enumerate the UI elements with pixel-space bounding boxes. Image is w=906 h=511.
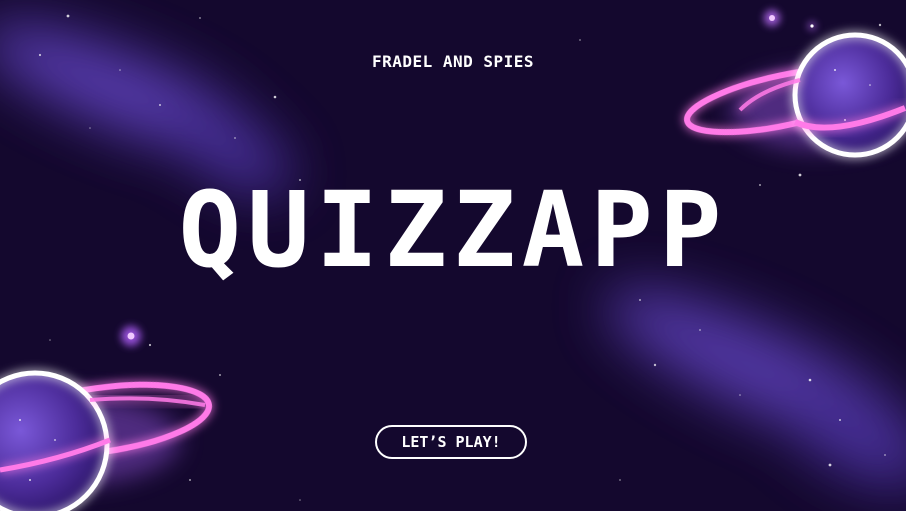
ringed-planet-bottom-left-icon xyxy=(0,370,213,511)
glow-dot-left xyxy=(121,326,141,346)
quizzapp-landing: FRADEL AND SPIES QUIZZAPP LET’S PLAY! xyxy=(0,0,906,511)
nebula-bottom-right xyxy=(604,288,906,487)
glow-dot-top xyxy=(764,10,780,26)
app-title: QUIZZAPP xyxy=(178,169,728,291)
brand-name: FRADEL AND SPIES xyxy=(371,52,535,71)
lets-play-button[interactable]: LET’S PLAY! xyxy=(375,425,527,459)
glow-dot-small xyxy=(808,22,816,30)
